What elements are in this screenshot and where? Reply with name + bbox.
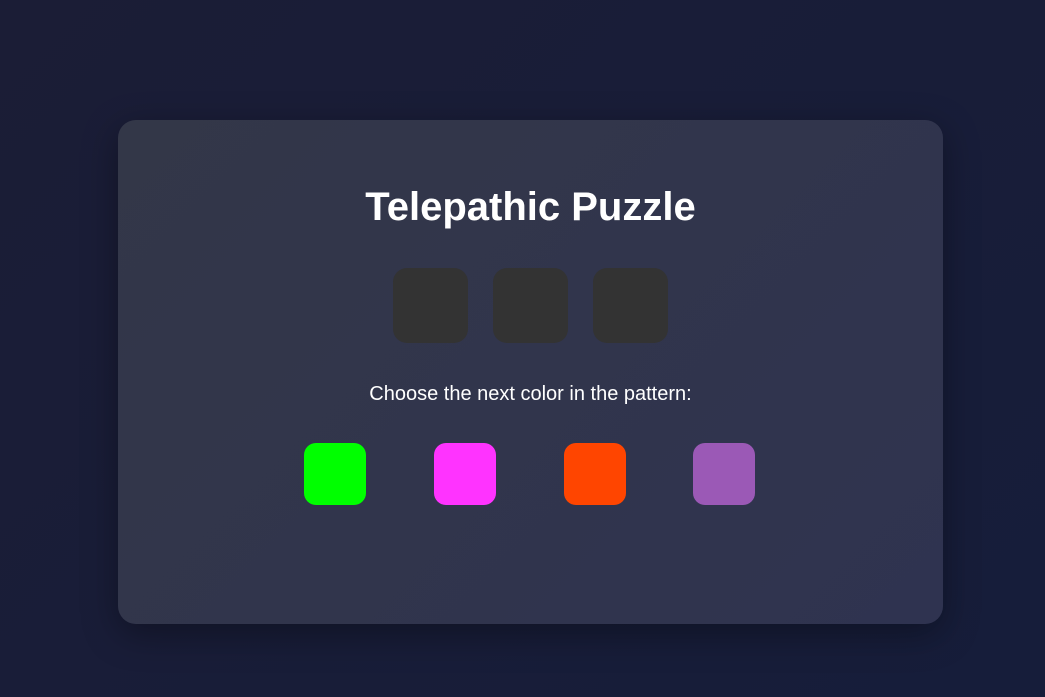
color-option-purple[interactable]: [693, 443, 755, 505]
color-option-orange-red[interactable]: [564, 443, 626, 505]
color-options: [304, 443, 756, 505]
puzzle-card: Telepathic Puzzle Choose the next color …: [118, 120, 943, 624]
pattern-slot-3: [593, 268, 668, 343]
pattern-slots: [393, 268, 668, 343]
instruction-text: Choose the next color in the pattern:: [369, 383, 692, 405]
puzzle-title: Telepathic Puzzle: [365, 185, 696, 229]
color-option-green[interactable]: [304, 443, 366, 505]
color-option-magenta[interactable]: [434, 443, 496, 505]
pattern-slot-2: [493, 268, 568, 343]
pattern-slot-1: [393, 268, 468, 343]
